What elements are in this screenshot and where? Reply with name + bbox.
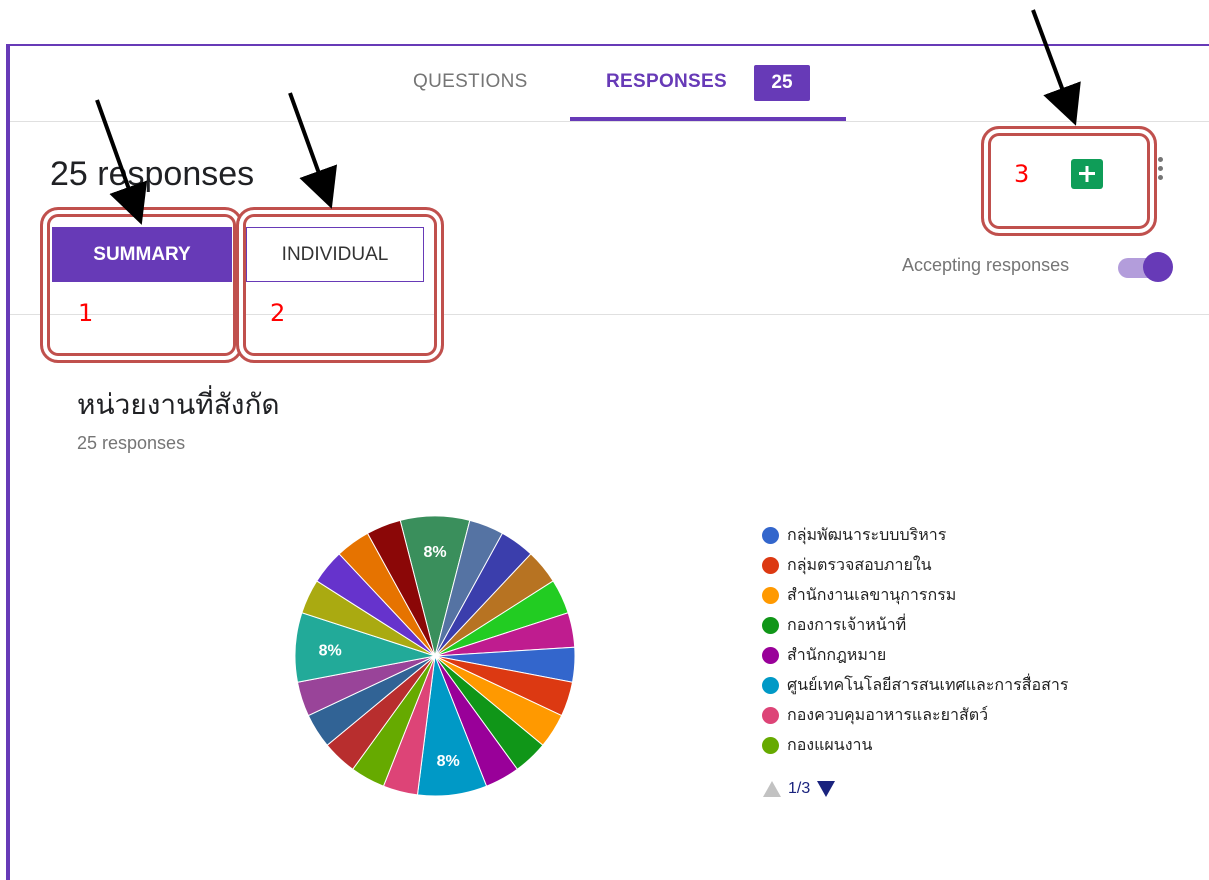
tab-questions[interactable]: QUESTIONS xyxy=(413,62,528,102)
legend-color-dot xyxy=(762,616,779,634)
responses-count-badge: 25 xyxy=(754,65,810,101)
pie-slice-label: 8% xyxy=(319,642,342,659)
legend-label: สำนักกฎหมาย xyxy=(787,644,887,664)
legend-item[interactable]: ศูนย์เทคโนโลยีสารสนเทศและการสื่อสาร xyxy=(762,670,1182,700)
accepting-responses-label: Accepting responses xyxy=(902,255,1070,275)
legend-pager: 1/3 xyxy=(763,780,836,798)
pie-chart: 8% 8% 8% xyxy=(294,515,576,797)
annotation-number-1: 1 xyxy=(78,299,94,327)
form-frame-left-border xyxy=(6,44,10,880)
pie-slice-label: 8% xyxy=(437,753,460,770)
legend-label: กองแผนงาน xyxy=(787,734,873,754)
legend-label: กองการเจ้าหน้าที่ xyxy=(787,614,907,634)
tabbar-divider xyxy=(10,121,1209,122)
annotation-number-3: 3 xyxy=(1014,160,1030,188)
form-frame-top-border xyxy=(10,44,1209,46)
legend-prev-arrow-icon[interactable] xyxy=(763,781,781,797)
legend-next-arrow-icon[interactable] xyxy=(817,781,836,797)
legend-color-dot xyxy=(762,526,779,544)
legend-item[interactable]: กองควบคุมอาหารและยาสัตว์ xyxy=(762,700,1182,730)
legend-item[interactable]: กลุ่มพัฒนาระบบบริหาร xyxy=(762,520,1182,550)
annotation-box-1 xyxy=(40,207,243,363)
legend-color-dot xyxy=(762,646,779,664)
legend-color-dot xyxy=(762,736,779,754)
annotation-box-2 xyxy=(236,207,444,363)
legend-item[interactable]: กองแผนงาน xyxy=(762,730,1182,760)
annotation-arrow-2 xyxy=(288,92,338,209)
question-title: หน่วยงานที่สังกัด xyxy=(77,388,280,421)
legend-item[interactable]: กองการเจ้าหน้าที่ xyxy=(762,610,1182,640)
legend-item[interactable]: สำนักกฎหมาย xyxy=(762,640,1182,670)
tab-responses[interactable]: RESPONSES xyxy=(606,62,727,102)
toggle-knob[interactable] xyxy=(1143,252,1173,282)
legend-label: กองควบคุมอาหารและยาสัตว์ xyxy=(787,704,989,724)
legend-label: กลุ่มพัฒนาระบบบริหาร xyxy=(787,524,947,544)
legend-color-dot xyxy=(762,586,779,604)
pie-slice-label: 8% xyxy=(423,544,446,561)
question-response-count: 25 responses xyxy=(77,433,186,453)
legend-item[interactable]: กลุ่มตรวจสอบภายใน xyxy=(762,550,1182,580)
chart-legend: กลุ่มพัฒนาระบบบริหารกลุ่มตรวจสอบภายในสำน… xyxy=(762,520,1182,760)
legend-label: ศูนย์เทคโนโลยีสารสนเทศและการสื่อสาร xyxy=(787,674,1069,694)
legend-label: สำนักงานเลขานุการกรม xyxy=(787,584,957,604)
legend-page-indicator: 1/3 xyxy=(788,780,811,797)
annotation-arrow-3 xyxy=(1031,9,1081,126)
annotation-box-3 xyxy=(981,126,1157,236)
legend-item[interactable]: สำนักงานเลขานุการกรม xyxy=(762,580,1182,610)
legend-color-dot xyxy=(762,676,779,694)
legend-label: กลุ่มตรวจสอบภายใน xyxy=(787,554,932,574)
legend-color-dot xyxy=(762,706,779,724)
response-count-title: 25 responses xyxy=(50,155,255,193)
annotation-number-2: 2 xyxy=(270,299,286,327)
legend-color-dot xyxy=(762,556,779,574)
